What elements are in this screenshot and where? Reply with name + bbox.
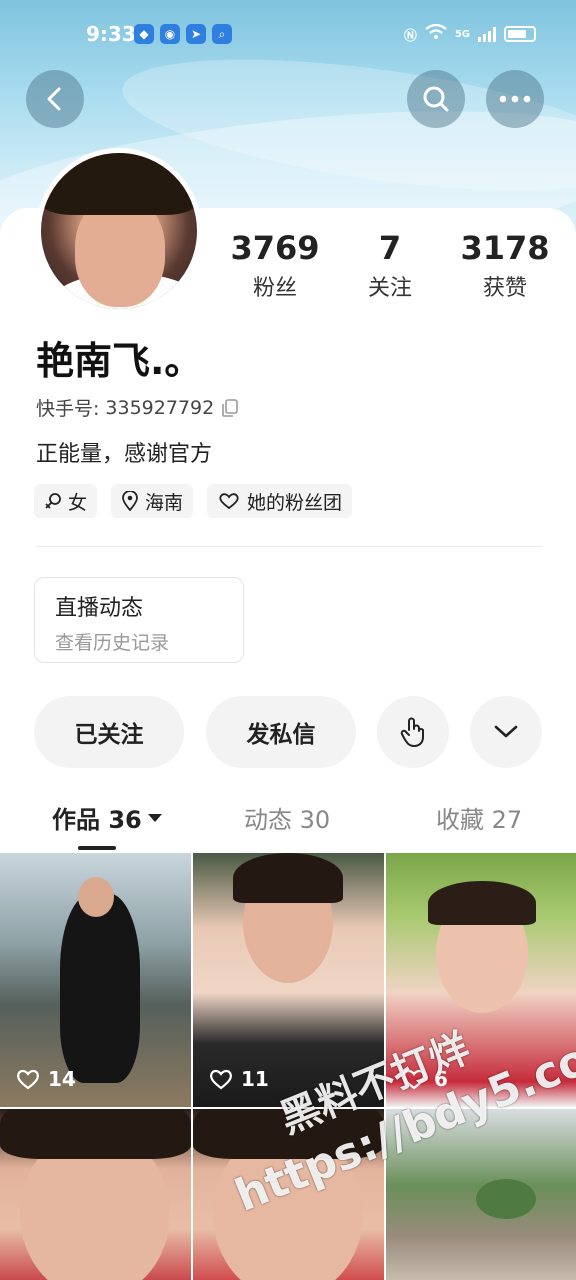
profile-bio: 正能量，感谢官方 bbox=[36, 442, 213, 467]
tab-works[interactable]: 作品 36 bbox=[52, 800, 162, 835]
search-icon bbox=[423, 86, 449, 112]
post-thumbnail[interactable] bbox=[386, 1109, 576, 1280]
stat-value: 3769 bbox=[230, 229, 320, 267]
live-card-subtitle: 查看历史记录 bbox=[55, 632, 170, 654]
kuaishou-id-row: 快手号: 335927792 bbox=[36, 394, 240, 421]
like-count-value: 11 bbox=[241, 1067, 269, 1091]
tag-gender: 女 bbox=[34, 484, 98, 518]
profile-tags: 女 海南 她的粉丝团 bbox=[34, 484, 353, 518]
app-icon: ◉ bbox=[160, 24, 180, 44]
tag-location: 海南 bbox=[111, 484, 194, 518]
tab-moments[interactable]: 动态 30 bbox=[244, 800, 330, 835]
wifi-icon bbox=[425, 23, 447, 44]
tab-favorites[interactable]: 收藏 27 bbox=[436, 800, 522, 835]
status-right-icons: Ⓝ 5G bbox=[403, 23, 536, 44]
back-button[interactable] bbox=[26, 70, 84, 128]
tag-gender-text: 女 bbox=[68, 491, 88, 514]
status-notification-icons: ◆ ◉ ➤ ⌕ bbox=[134, 24, 232, 44]
heart-icon bbox=[210, 1069, 232, 1090]
post-thumbnail[interactable]: 14 bbox=[0, 853, 191, 1107]
heart-icon bbox=[17, 1069, 39, 1090]
chevron-left-icon bbox=[47, 87, 61, 111]
like-count-value: 6 bbox=[434, 1067, 448, 1091]
network-type: 5G bbox=[454, 28, 470, 40]
kuaishou-id-label: 快手号: bbox=[36, 398, 100, 420]
kuaishou-id-value: 335927792 bbox=[105, 396, 215, 419]
tab-favorites-label: 收藏 27 bbox=[436, 806, 523, 834]
active-tab-indicator bbox=[78, 846, 116, 850]
send-message-button[interactable]: 发私信 bbox=[206, 696, 356, 768]
more-button[interactable] bbox=[486, 70, 544, 128]
tab-moments-label: 动态 30 bbox=[244, 806, 331, 834]
copy-icon[interactable] bbox=[220, 398, 240, 418]
chevron-down-icon bbox=[494, 725, 518, 738]
female-icon bbox=[45, 493, 61, 509]
avatar[interactable] bbox=[36, 148, 202, 314]
tab-works-label: 作品 36 bbox=[52, 806, 142, 834]
stat-value: 7 bbox=[378, 229, 402, 267]
tag-location-text: 海南 bbox=[145, 491, 184, 514]
stat-likes[interactable]: 3178 获赞 bbox=[450, 230, 560, 302]
post-thumbnail[interactable] bbox=[193, 1109, 384, 1280]
stat-label: 粉丝 bbox=[252, 276, 297, 301]
caret-down-icon bbox=[147, 813, 162, 822]
following-button[interactable]: 已关注 bbox=[34, 696, 184, 768]
stat-following[interactable]: 7 关注 bbox=[335, 230, 445, 302]
expand-button[interactable] bbox=[470, 696, 542, 768]
live-card-title: 直播动态 bbox=[55, 596, 144, 621]
finger-tap-icon bbox=[400, 717, 424, 747]
profile-name: 艳南飞.。 bbox=[36, 339, 203, 383]
search-button[interactable] bbox=[407, 70, 465, 128]
app-icon: ⌕ bbox=[212, 24, 232, 44]
more-dots-icon bbox=[499, 95, 531, 103]
battery-icon bbox=[504, 26, 536, 42]
stat-value: 3178 bbox=[460, 229, 550, 267]
profile-stats: 3769 粉丝 7 关注 3178 获赞 bbox=[220, 230, 560, 302]
posts-grid: 14 11 6 bbox=[0, 853, 576, 1280]
like-count: 11 bbox=[209, 1067, 269, 1091]
tag-fan-club-text: 她的粉丝团 bbox=[247, 491, 343, 514]
stat-label: 获赞 bbox=[482, 276, 527, 301]
heart-icon bbox=[403, 1069, 425, 1090]
location-icon bbox=[122, 491, 138, 511]
poke-button[interactable] bbox=[377, 696, 449, 768]
post-thumbnail[interactable]: 6 bbox=[386, 853, 576, 1107]
app-icon: ➤ bbox=[186, 24, 206, 44]
nfc-icon: Ⓝ bbox=[403, 28, 417, 44]
fan-club-icon bbox=[219, 493, 239, 510]
post-thumbnail[interactable]: 11 bbox=[193, 853, 384, 1107]
action-row: 已关注 发私信 bbox=[34, 696, 542, 768]
post-thumbnail[interactable] bbox=[0, 1109, 191, 1280]
signal-icon bbox=[478, 26, 496, 42]
live-history-card[interactable]: 直播动态 查看历史记录 bbox=[34, 577, 244, 663]
tag-fan-club[interactable]: 她的粉丝团 bbox=[207, 484, 353, 518]
stat-followers[interactable]: 3769 粉丝 bbox=[220, 230, 330, 302]
status-time: 9:33 bbox=[86, 22, 136, 46]
divider bbox=[36, 546, 542, 547]
like-count-value: 14 bbox=[48, 1067, 76, 1091]
status-bar: 9:33 ◆ ◉ ➤ ⌕ Ⓝ 5G bbox=[0, 18, 576, 54]
like-count: 6 bbox=[402, 1067, 448, 1091]
app-icon: ◆ bbox=[134, 24, 154, 44]
like-count: 14 bbox=[16, 1067, 76, 1091]
stat-label: 关注 bbox=[367, 276, 412, 301]
